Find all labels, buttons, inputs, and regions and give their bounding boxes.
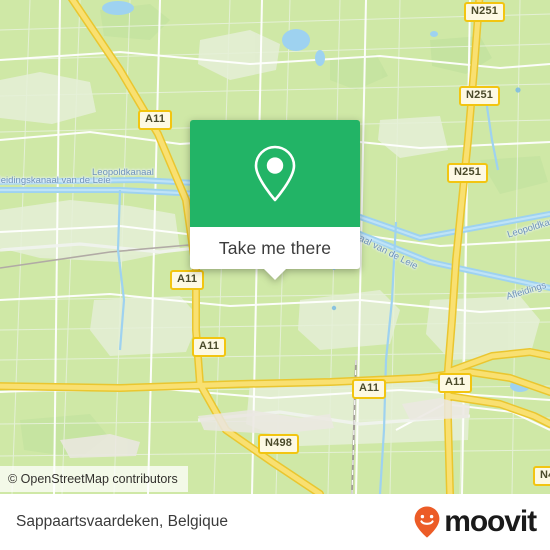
map-canvas[interactable]: fleidingskanaal van de Leie Leopoldkanaa…: [0, 0, 550, 494]
place-callout-card[interactable]: Take me there: [190, 120, 360, 280]
callout-icon-area: [190, 120, 360, 227]
bottom-info-bar: Sappaartsvaardeken, Belgique moovit: [0, 494, 550, 550]
moovit-wordmark: moovit: [444, 505, 537, 538]
road-shield-a11-lowerleft: A11: [192, 337, 227, 357]
road-shield-n498: N498: [258, 434, 300, 454]
location-pin-icon: [254, 145, 296, 201]
road-shield-n251-lower: N251: [447, 163, 489, 183]
road-shield-n251-mid: N251: [459, 86, 501, 106]
water-label-leopoldkanaal-left: Leopoldkanaal: [92, 167, 154, 178]
road-shield-a11-midleft: A11: [170, 270, 205, 290]
road-shield-a11-center: A11: [352, 379, 387, 399]
moovit-logo[interactable]: moovit: [412, 505, 537, 539]
callout-pointer: [263, 268, 287, 280]
road-shield-n4-edge: N4: [533, 466, 550, 486]
moovit-pin-icon: [414, 506, 440, 538]
road-shield-a11-right: A11: [438, 373, 473, 393]
road-shield-a11-topleft: A11: [138, 110, 173, 130]
moovit-place-screen: fleidingskanaal van de Leie Leopoldkanaa…: [0, 0, 550, 550]
callout-action-area[interactable]: Take me there: [190, 227, 360, 280]
map-attribution: © OpenStreetMap contributors: [0, 466, 188, 492]
take-me-there-label: Take me there: [218, 237, 332, 258]
place-name-label: Sappaartsvaardeken, Belgique: [16, 513, 228, 530]
road-shield-n251-top: N251: [464, 2, 506, 22]
